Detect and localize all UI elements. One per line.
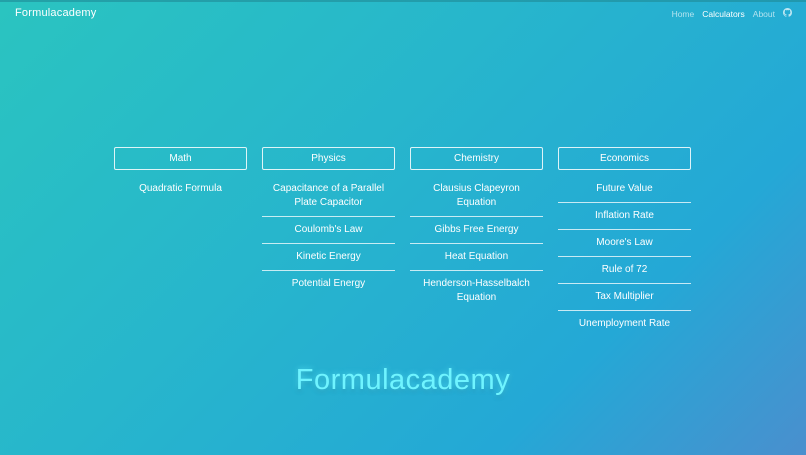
nav-link-home[interactable]: Home <box>672 9 695 19</box>
list-item[interactable]: Unemployment Rate <box>558 311 691 337</box>
github-icon[interactable] <box>783 8 792 19</box>
list-item[interactable]: Quadratic Formula <box>114 176 247 202</box>
list-item[interactable]: Rule of 72 <box>558 257 691 284</box>
category-chemistry-button[interactable]: Chemistry <box>410 147 543 170</box>
navbar: Formulacademy Home Calculators About <box>0 0 806 28</box>
list-item[interactable]: Coulomb's Law <box>262 217 395 244</box>
column-chemistry: Chemistry Clausius Clapeyron Equation Gi… <box>410 147 543 337</box>
category-math-button[interactable]: Math <box>114 147 247 170</box>
list-item[interactable]: Kinetic Energy <box>262 244 395 271</box>
list-item[interactable]: Henderson-Hasselbalch Equation <box>410 271 543 311</box>
physics-list: Capacitance of a Parallel Plate Capacito… <box>262 176 395 297</box>
chemistry-list: Clausius Clapeyron Equation Gibbs Free E… <box>410 176 543 311</box>
category-physics-button[interactable]: Physics <box>262 147 395 170</box>
nav-links: Home Calculators About <box>672 8 792 19</box>
category-economics-button[interactable]: Economics <box>558 147 691 170</box>
column-economics: Economics Future Value Inflation Rate Mo… <box>558 147 691 337</box>
list-item[interactable]: Inflation Rate <box>558 203 691 230</box>
math-list: Quadratic Formula <box>114 176 247 202</box>
column-physics: Physics Capacitance of a Parallel Plate … <box>262 147 395 337</box>
list-item[interactable]: Gibbs Free Energy <box>410 217 543 244</box>
list-item[interactable]: Clausius Clapeyron Equation <box>410 176 543 217</box>
list-item[interactable]: Heat Equation <box>410 244 543 271</box>
list-item[interactable]: Moore's Law <box>558 230 691 257</box>
calculator-columns: Math Quadratic Formula Physics Capacitan… <box>114 147 691 337</box>
hero-title: Formulacademy <box>295 364 511 396</box>
list-item[interactable]: Potential Energy <box>262 271 395 297</box>
list-item[interactable]: Future Value <box>558 176 691 203</box>
nav-link-about[interactable]: About <box>753 9 775 19</box>
list-item[interactable]: Capacitance of a Parallel Plate Capacito… <box>262 176 395 217</box>
list-item[interactable]: Tax Multiplier <box>558 284 691 311</box>
brand-link[interactable]: Formulacademy <box>15 7 96 19</box>
nav-link-calculators[interactable]: Calculators <box>702 9 745 19</box>
economics-list: Future Value Inflation Rate Moore's Law … <box>558 176 691 337</box>
column-math: Math Quadratic Formula <box>114 147 247 337</box>
